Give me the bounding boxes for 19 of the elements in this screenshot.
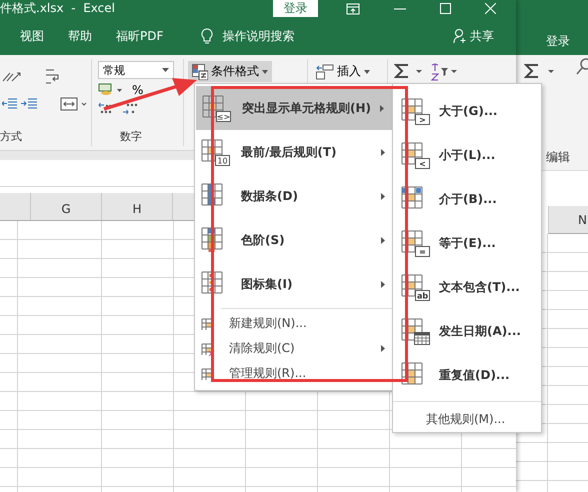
menu-item-label: 等于(E)... — [439, 234, 496, 252]
menu-item-label: 介于(B)... — [439, 190, 497, 208]
window-title: 件格式.xlsx - Excel — [0, 0, 116, 17]
group-label: 数字 — [120, 129, 142, 144]
menu-item-label: 新建规则(N)... — [229, 315, 307, 332]
menu-item-label: 大于(G)... — [439, 102, 498, 120]
menu-item-label: 小于(L)... — [439, 146, 496, 164]
menu-item-label: 色阶(S) — [241, 232, 285, 248]
menu-item-label: 最前/最后规则(T) — [241, 144, 337, 160]
menu-item-label: 清除规则(C) — [229, 340, 295, 357]
menu-item-label: 发生日期(A)... — [439, 322, 521, 340]
menu-item-label: 管理规则(R)... — [229, 365, 306, 382]
group-label: 编辑 — [546, 149, 570, 166]
menu-item-label: 数据条(D) — [241, 188, 298, 204]
menu-item-label: 文本包含(T)... — [439, 278, 520, 296]
menu-item-label: 突出显示单元格规则(H) — [242, 100, 372, 116]
group-label: 方式 — [0, 129, 22, 144]
menu-item-label: 重复值(D)... — [439, 366, 510, 384]
menu-item-label: 图标集(I) — [241, 276, 292, 292]
